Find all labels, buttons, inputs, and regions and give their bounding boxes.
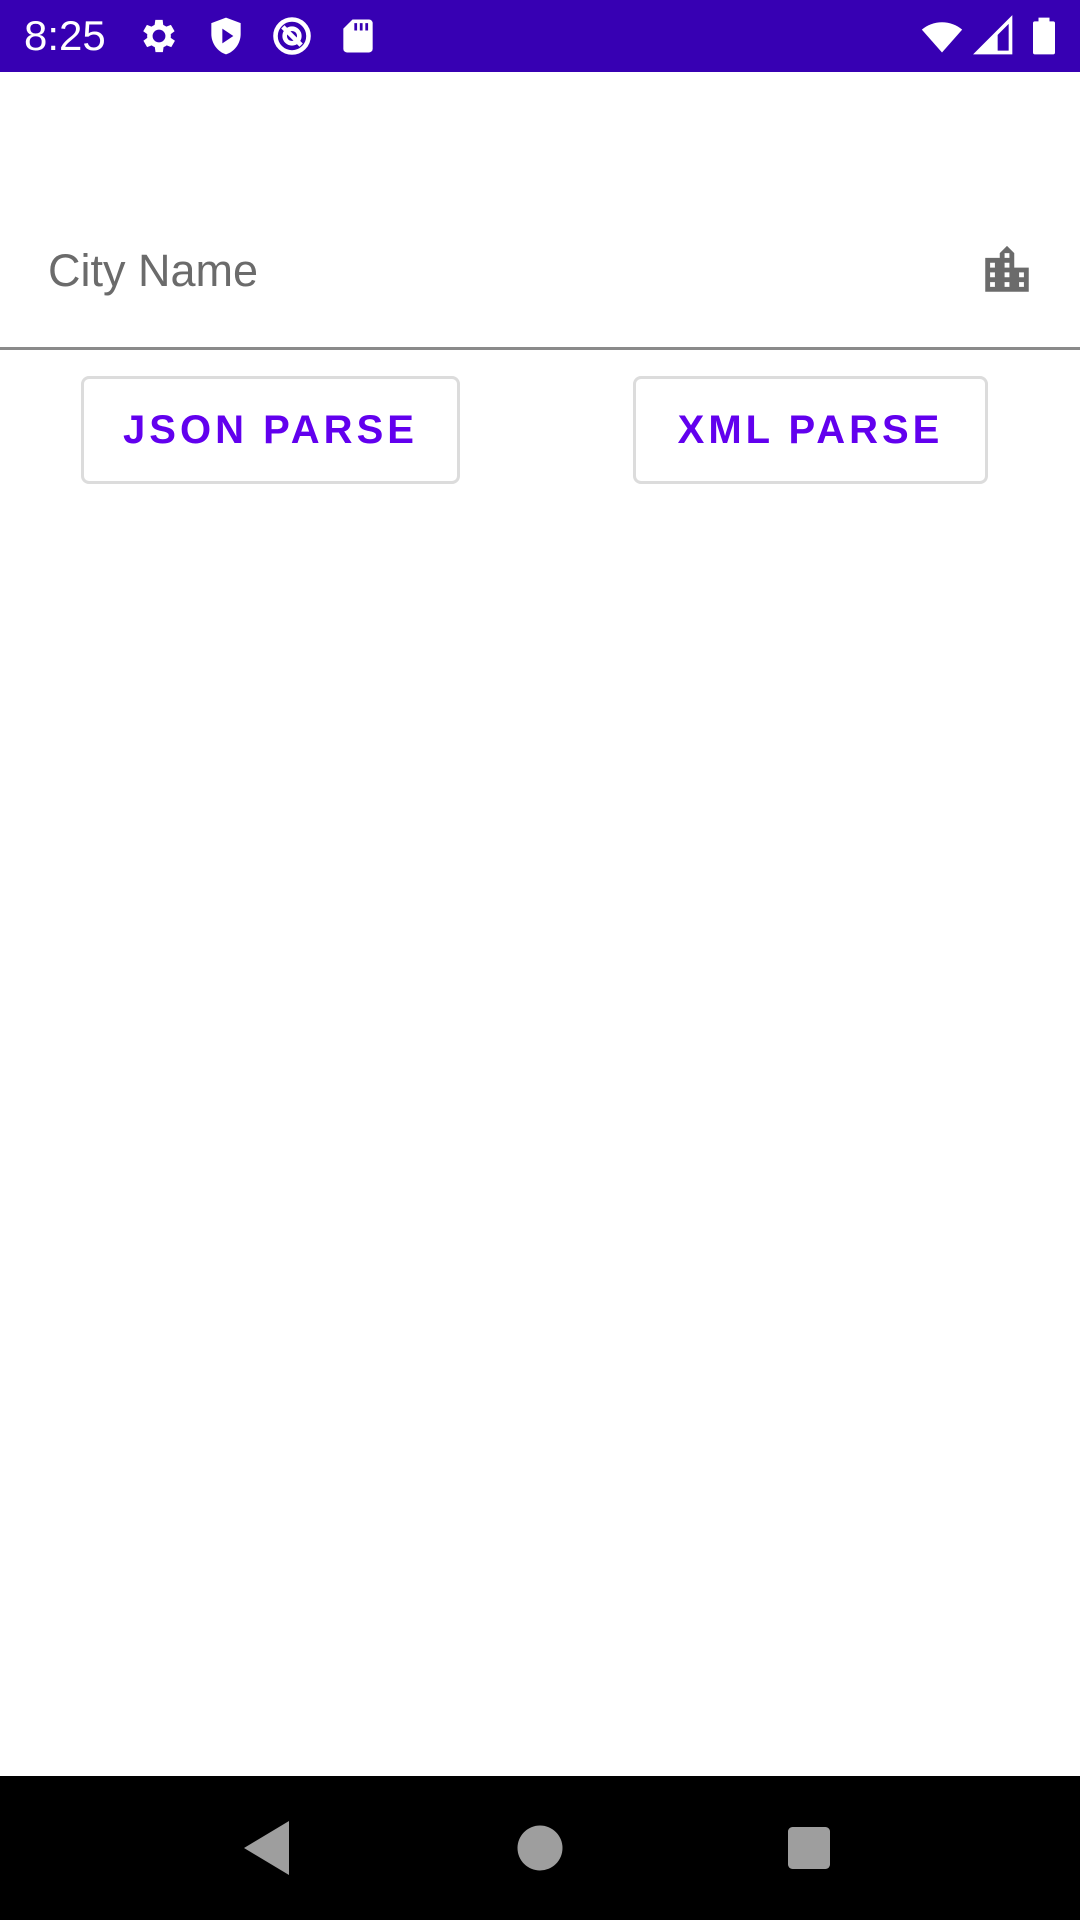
sd-card-icon [336,14,380,58]
back-icon[interactable] [232,1812,304,1884]
wifi-icon [920,14,964,58]
input-underline [0,347,1080,350]
json-parse-button[interactable]: JSON PARSE [81,376,460,484]
navigation-bar [0,1776,1080,1920]
status-time: 8:25 [24,12,106,59]
shield-play-icon [204,14,248,58]
at-sign-icon [270,14,314,58]
recents-icon[interactable] [773,1812,845,1884]
city-name-input[interactable] [48,240,928,302]
gear-icon [137,14,181,58]
city-buildings-icon [978,240,1036,300]
city-name-field[interactable] [0,200,1080,350]
xml-parse-button[interactable]: XML PARSE [633,376,988,484]
cell-signal-icon [972,14,1016,58]
status-bar: 8:25 [0,0,1080,72]
home-icon[interactable] [504,1812,576,1884]
battery-icon [1022,14,1066,58]
